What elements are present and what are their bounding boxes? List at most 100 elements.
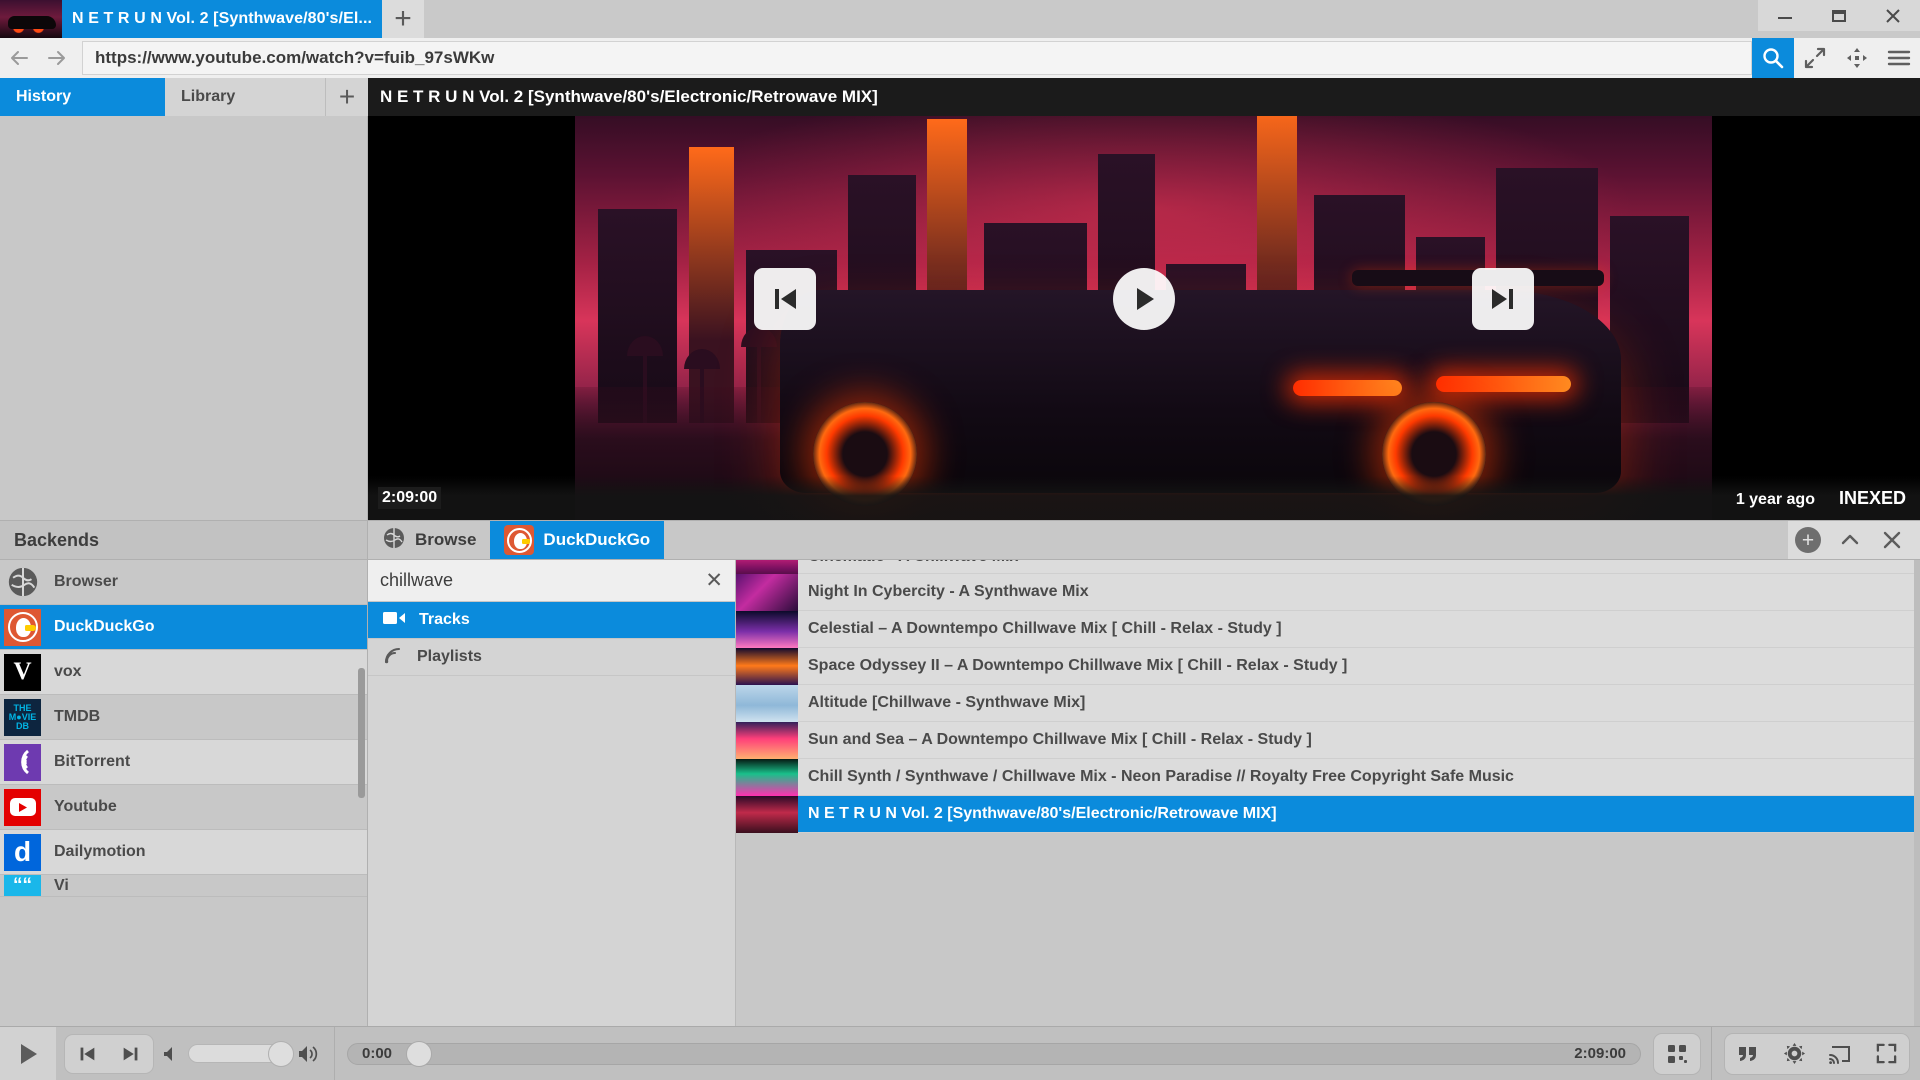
list-item[interactable]: Night In Cybercity - A Synthwave Mix (736, 573, 1920, 611)
chevron-up-icon[interactable] (1830, 520, 1870, 560)
list-item[interactable]: Celestial – A Downtempo Chillwave Mix [ … (736, 610, 1920, 648)
globe-icon (382, 526, 406, 555)
backend-item-bittorrent[interactable]: BitTorrent (0, 740, 367, 785)
video-camera-icon (382, 609, 406, 632)
list-item[interactable]: Cinematic - A Chillwave Mix (736, 560, 1920, 585)
video-channel: INEXED (1838, 487, 1906, 508)
tab-history[interactable]: History (0, 78, 165, 116)
play-icon[interactable] (0, 1026, 56, 1080)
duckduckgo-icon (504, 525, 535, 555)
seek-knob[interactable] (406, 1040, 432, 1067)
source-bar-actions: + (1788, 521, 1920, 559)
add-circle-icon[interactable]: + (1788, 520, 1828, 560)
tab-duckduckgo[interactable]: DuckDuckGo (490, 521, 665, 559)
backend-label: Vi (54, 876, 69, 894)
result-label: Space Odyssey II – A Downtempo Chillwave… (808, 657, 1348, 674)
titlebar-filler (424, 0, 1920, 38)
result-label: Altitude [Chillwave - Synthwave Mix] (808, 694, 1086, 711)
rss-feed-icon (382, 645, 404, 670)
tab-browse[interactable]: Browse (368, 521, 490, 559)
title-bar: N E T R U N Vol. 2 [Synthwave/80's/El...… (0, 0, 1920, 38)
backend-item-vimeo[interactable]: ““ Vi (0, 875, 367, 897)
search-filter-playlists[interactable]: Playlists (368, 639, 735, 676)
maximize-icon[interactable] (1812, 0, 1866, 31)
backend-item-browser[interactable]: Browser (0, 560, 367, 605)
lower-region: Browser DuckDuckGo V vox THE M●VIE DB TM… (0, 560, 1920, 1080)
forward-arrow-icon[interactable] (38, 38, 76, 78)
tab-browse-label: Browse (415, 530, 477, 549)
tab-library[interactable]: Library (165, 78, 326, 116)
play-icon[interactable] (1113, 268, 1175, 330)
video-meta: 1 year ago INEXED (1736, 488, 1906, 509)
video-player[interactable]: N E T R U N Vol. 2 [Synthwave/80's/Elect… (368, 78, 1920, 520)
browser-tab[interactable]: N E T R U N Vol. 2 [Synthwave/80's/El... (0, 0, 383, 38)
result-label: Cinematic - A Chillwave Mix (798, 560, 1018, 566)
clear-x-icon[interactable]: ✕ (705, 568, 723, 593)
backend-item-duckduckgo[interactable]: DuckDuckGo (0, 605, 367, 650)
volume-slider[interactable] (188, 1041, 294, 1067)
youtube-icon (4, 788, 41, 826)
backends-list: Browser DuckDuckGo V vox THE M●VIE DB TM… (0, 560, 368, 1026)
globe-icon (4, 564, 41, 601)
video-title: N E T R U N Vol. 2 [Synthwave/80's/Elect… (368, 78, 1920, 116)
left-tab-strip: History Library + (0, 78, 368, 116)
results-scrollbar[interactable] (1914, 560, 1920, 1026)
list-item[interactable]: Space Odyssey II – A Downtempo Chillwave… (736, 647, 1920, 685)
elapsed-time: 0:00 (362, 1045, 393, 1062)
skip-next-icon[interactable] (109, 1035, 153, 1073)
search-results-list: Cinematic - A Chillwave Mix Night In Cyb… (736, 560, 1920, 1026)
player-bar: 0:00 2:09:00 (0, 1026, 1920, 1080)
backends-scrollbar[interactable] (358, 668, 365, 798)
list-item[interactable]: Sun and Sea – A Downtempo Chillwave Mix … (736, 721, 1920, 759)
fullscreen-icon[interactable] (1863, 1034, 1909, 1074)
extra-button-group (1724, 1032, 1910, 1075)
list-item-selected[interactable]: N E T R U N Vol. 2 [Synthwave/80's/Elect… (736, 795, 1920, 833)
backend-item-tmdb[interactable]: THE M●VIE DB TMDB (0, 695, 367, 740)
search-filter-label: Tracks (419, 611, 470, 628)
lyrics-quote-icon[interactable] (1725, 1034, 1771, 1074)
tab-duckduckgo-label: DuckDuckGo (543, 530, 651, 549)
volume-mute-icon[interactable] (154, 1045, 188, 1063)
new-tab-button[interactable]: + (382, 0, 425, 38)
tmdb-icon: THE M●VIE DB (4, 698, 41, 736)
back-arrow-icon[interactable] (0, 38, 38, 78)
volume-high-icon[interactable] (292, 1044, 326, 1064)
transport-controls (56, 1026, 335, 1080)
result-thumbnail (736, 610, 798, 648)
list-item[interactable]: Altitude [Chillwave - Synthwave Mix] (736, 684, 1920, 722)
volume-knob[interactable] (268, 1041, 294, 1067)
backend-item-dailymotion[interactable]: d Dailymotion (0, 830, 367, 875)
cast-icon[interactable] (1817, 1034, 1863, 1074)
video-duration: 2:09:00 (378, 487, 442, 509)
seek-slider[interactable]: 0:00 2:09:00 (347, 1040, 1641, 1067)
result-thumbnail (736, 758, 798, 796)
search-query-text: chillwave (380, 570, 454, 590)
duckduckgo-icon (4, 608, 41, 646)
left-column: History Library + (0, 78, 368, 520)
skip-previous-icon[interactable] (754, 268, 816, 330)
gear-icon[interactable] (1771, 1034, 1817, 1074)
close-icon[interactable] (1866, 0, 1920, 31)
history-panel-body (0, 116, 368, 520)
search-icon[interactable] (1752, 38, 1794, 78)
search-column: chillwave ✕ Tracks Playlists (368, 560, 736, 1080)
top-region: History Library + N E T R U N Vol. 2 [Sy… (0, 78, 1920, 520)
backend-item-youtube[interactable]: Youtube (0, 785, 367, 830)
backend-label: Youtube (54, 798, 117, 815)
resize-diagonal-icon[interactable] (1794, 38, 1836, 78)
application-window: N E T R U N Vol. 2 [Synthwave/80's/El...… (0, 0, 1920, 1080)
skip-next-icon[interactable] (1472, 268, 1534, 330)
search-filter-tracks[interactable]: Tracks (368, 602, 735, 639)
backend-item-vox[interactable]: V vox (0, 650, 367, 695)
list-item[interactable]: Chill Synth / Synthwave / Chillwave Mix … (736, 758, 1920, 796)
move-icon[interactable] (1836, 38, 1878, 78)
hamburger-menu-icon[interactable] (1878, 38, 1920, 78)
close-icon[interactable] (1872, 520, 1912, 560)
result-label: N E T R U N Vol. 2 [Synthwave/80's/Elect… (808, 805, 1277, 822)
url-input[interactable]: https://www.youtube.com/watch?v=fuib_97s… (82, 41, 1752, 75)
search-input[interactable]: chillwave ✕ (368, 560, 735, 602)
skip-previous-icon[interactable] (65, 1035, 109, 1073)
minimize-icon[interactable] (1758, 0, 1812, 31)
playlist-grid-icon[interactable] (1654, 1034, 1700, 1074)
add-tab-button[interactable]: + (326, 78, 368, 116)
